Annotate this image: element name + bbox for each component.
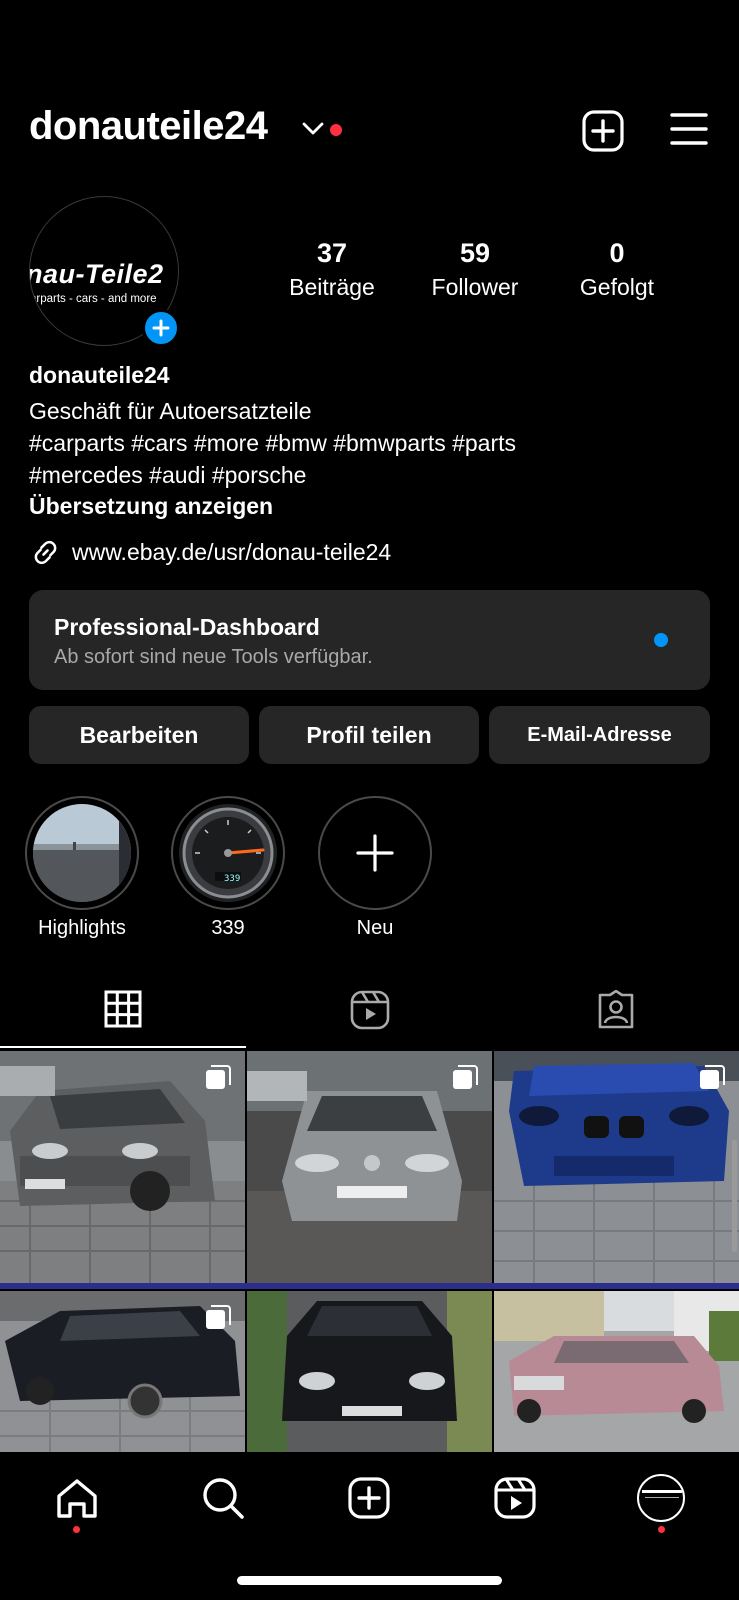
post-thumbnail[interactable] [0, 1051, 245, 1283]
row-divider [0, 1283, 739, 1289]
profile-display-name: donauteile24 [29, 362, 170, 388]
post-thumbnail[interactable] [247, 1051, 492, 1283]
email-button[interactable]: E-Mail-Adresse [489, 706, 710, 764]
new-indicator-dot [654, 633, 668, 647]
highlight-label: Highlights [38, 917, 126, 939]
stat-posts-label: Beiträge [289, 274, 375, 300]
plus-square-icon [582, 110, 624, 152]
carousel-icon [206, 1305, 231, 1329]
notification-dot [330, 124, 342, 136]
highlight-339[interactable] [171, 796, 285, 910]
new-post-button[interactable] [582, 110, 624, 157]
avatar-logo-mark [645, 1497, 679, 1498]
link-icon [34, 540, 57, 565]
dashboard-subtitle: Ab sofort sind neue Tools verfügbar. [54, 646, 373, 668]
dashboard-title: Professional-Dashboard [54, 614, 320, 640]
carousel-icon [453, 1065, 478, 1089]
translate-link[interactable]: Übersetzung anzeigen [29, 493, 273, 520]
post-thumbnail[interactable] [494, 1051, 739, 1283]
nav-home-badge [73, 1526, 80, 1533]
home-indicator [237, 1576, 502, 1585]
nav-profile-badge [658, 1526, 665, 1533]
active-tab-indicator [0, 1046, 246, 1048]
chevron-down-icon[interactable] [302, 122, 324, 141]
share-profile-button[interactable]: Profil teilen [259, 706, 479, 764]
avatar-logo-subtext: arparts - cars - and more [30, 293, 157, 305]
stat-followers[interactable]: 59 Follower [405, 236, 545, 304]
plus-icon [356, 834, 394, 872]
hamburger-menu-icon [670, 113, 708, 145]
search-icon [203, 1478, 244, 1519]
tab-tagged[interactable] [596, 989, 636, 1035]
stat-followers-value: 59 [459, 238, 491, 268]
home-icon [57, 1479, 97, 1518]
grid-icon [104, 990, 142, 1028]
post-thumbnail[interactable] [0, 1291, 245, 1452]
edit-profile-button[interactable]: Bearbeiten [29, 706, 249, 764]
tab-posts-grid[interactable] [104, 990, 142, 1033]
nav-home[interactable] [55, 1476, 99, 1525]
stat-posts[interactable]: 37 Beiträge [262, 236, 402, 304]
highlight-cover-image [179, 804, 277, 902]
nav-search[interactable] [201, 1476, 245, 1525]
highlight-highlights[interactable] [25, 796, 139, 910]
highlight-cover-image [33, 804, 131, 902]
reels-icon [494, 1477, 536, 1519]
gauge-readout: 339 [224, 874, 241, 884]
highlight-new[interactable] [318, 796, 432, 910]
tagged-person-icon [598, 989, 634, 1029]
profile-username[interactable]: donauteile24 [29, 104, 268, 149]
add-story-button[interactable] [142, 309, 180, 347]
menu-button[interactable] [670, 112, 708, 151]
plus-square-icon [348, 1477, 390, 1519]
carousel-icon [700, 1065, 725, 1089]
bio-hashtags[interactable]: #carparts #cars #more #bmw #bmwparts #pa… [29, 430, 516, 457]
nav-profile-avatar[interactable] [637, 1474, 685, 1522]
scrollbar[interactable] [732, 1140, 737, 1252]
post-thumbnail[interactable] [247, 1291, 492, 1452]
professional-dashboard-card[interactable]: Professional-Dashboard Ab sofort sind ne… [29, 590, 710, 690]
profile-link[interactable]: www.ebay.de/usr/donau-teile24 [29, 536, 391, 569]
nav-reels[interactable] [493, 1476, 537, 1525]
bio-hashtags[interactable]: #mercedes #audi #porsche [29, 462, 306, 489]
stat-posts-value: 37 [316, 238, 348, 268]
stat-following-label: Gefolgt [579, 274, 655, 300]
tab-reels[interactable] [350, 990, 390, 1035]
stat-followers-label: Follower [431, 274, 519, 300]
avatar-logo-text: nau-Teile2 [29, 259, 164, 289]
profile-link-text[interactable]: www.ebay.de/usr/donau-teile24 [72, 539, 391, 566]
reels-icon [350, 990, 390, 1030]
bio-line: Geschäft für Autoersatzteile [29, 398, 312, 424]
highlight-label: Neu [356, 917, 394, 939]
stat-following[interactable]: 0 Gefolgt [547, 236, 687, 304]
post-thumbnail[interactable] [494, 1291, 739, 1452]
highlight-label: 339 [211, 917, 245, 939]
carousel-icon [206, 1065, 231, 1089]
nav-create[interactable] [347, 1476, 391, 1525]
plus-icon [152, 319, 170, 337]
avatar-logo-mark [642, 1490, 682, 1493]
stat-following-value: 0 [609, 238, 625, 268]
